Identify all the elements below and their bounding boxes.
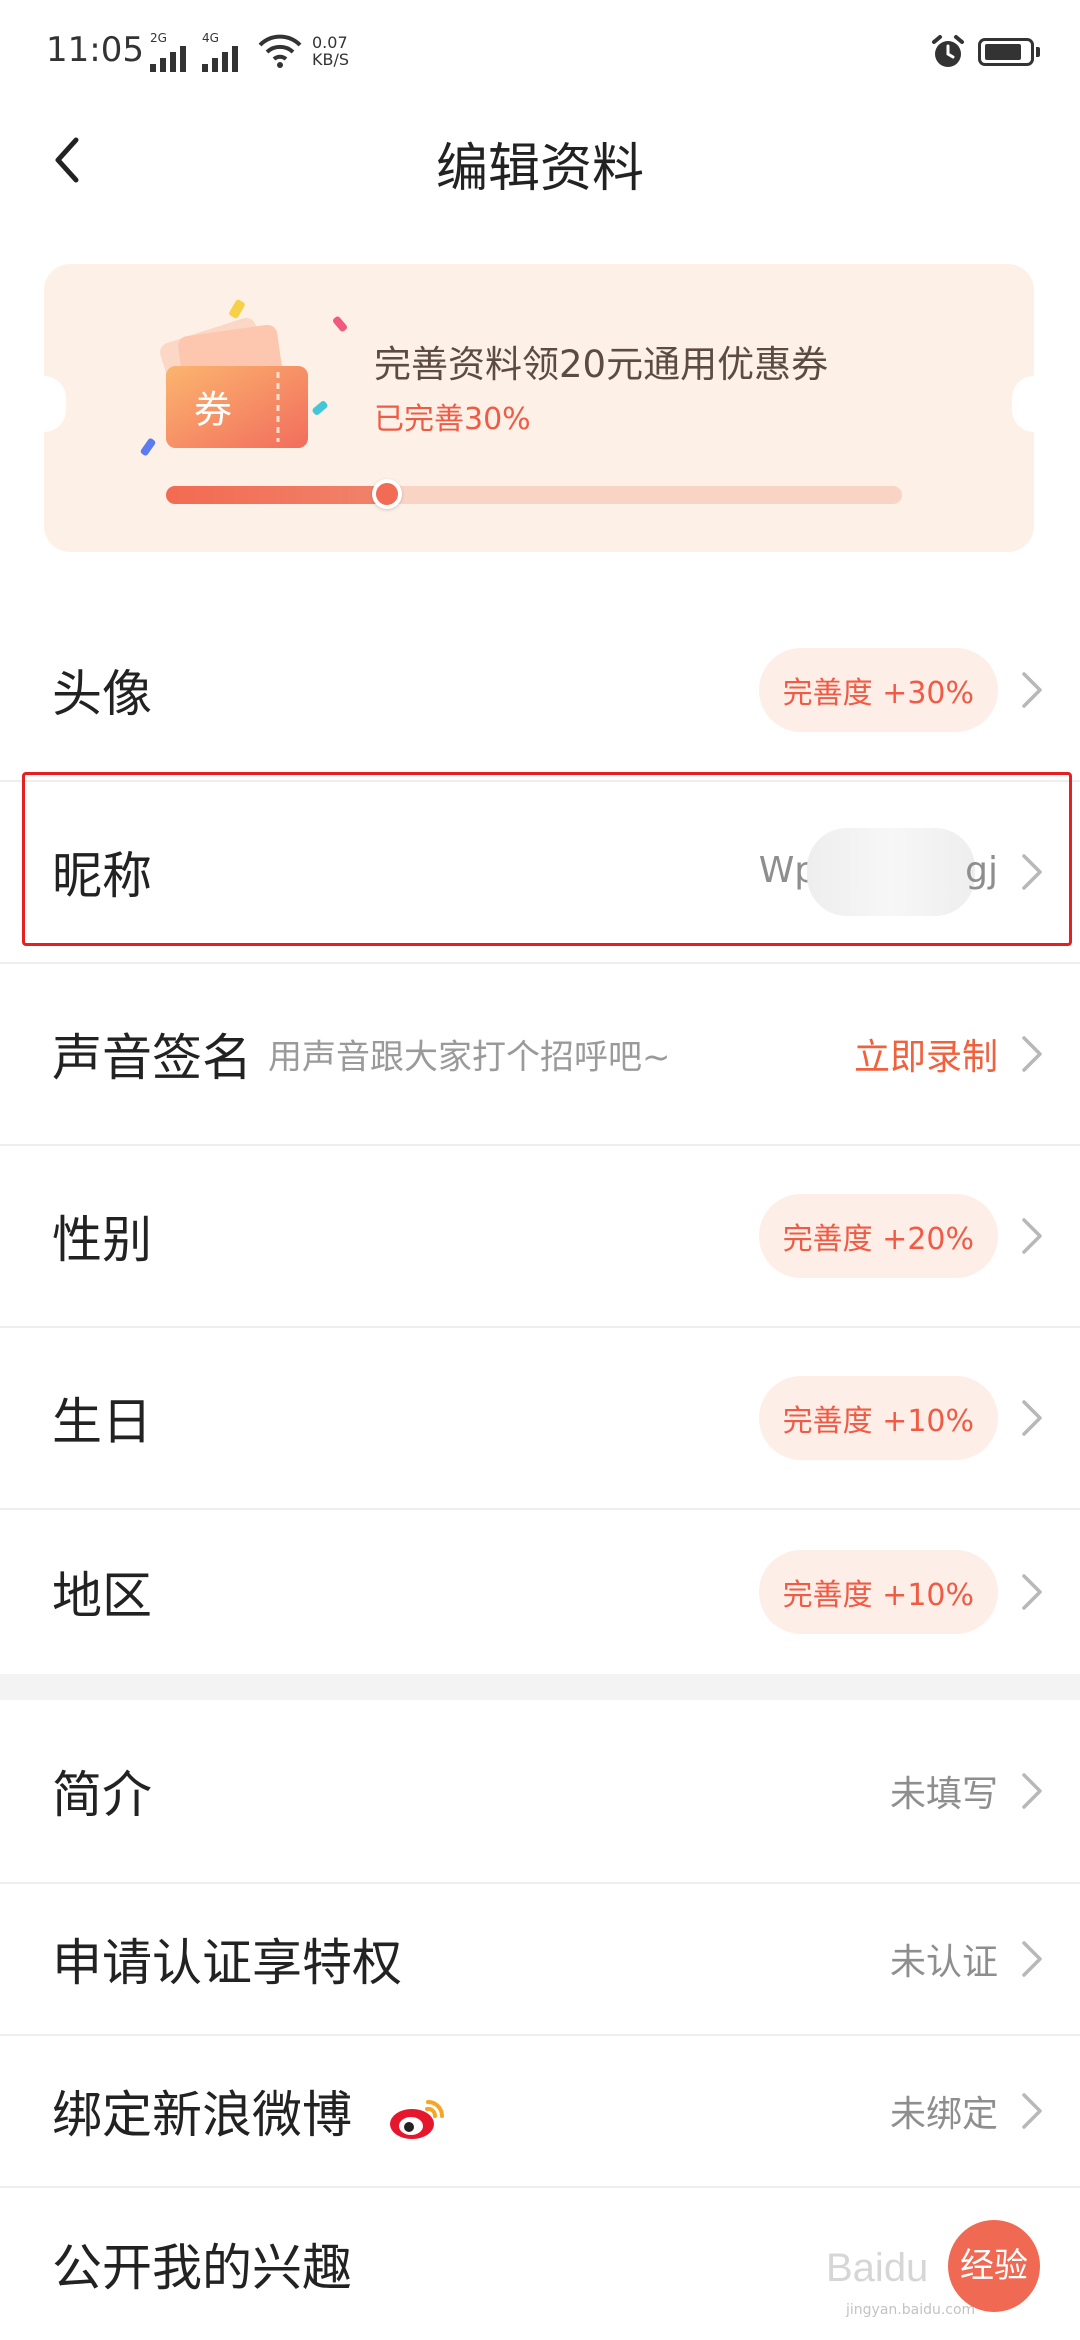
weibo-icon [390,2099,444,2139]
page-header: 编辑资料 [0,100,1080,220]
row-label: 生日 [52,1393,152,1451]
signal-2g-icon: 2G [150,32,186,72]
bio-status: 未填写 [889,1774,998,1815]
row-avatar[interactable]: 头像 完善度 +30% [0,600,1080,782]
section-divider [0,1674,1080,1700]
row-label: 公开我的兴趣 [52,2239,352,2297]
banner-notch-left [22,376,66,432]
chevron-right-icon [1022,672,1042,708]
completion-progress-bar [166,479,902,509]
voice-signature-hint: 用声音跟大家打个招呼吧~ [268,1037,671,1078]
banner-title: 完善资料领20元通用优惠券 [374,343,829,386]
profile-completion-banner[interactable]: 券 完善资料领20元通用优惠券 已完善30% [22,264,1056,552]
svg-text:券: 券 [194,388,232,432]
highlight-annotation-box [22,772,1072,946]
row-birthday[interactable]: 生日 完善度 +10% [0,1328,1080,1510]
progress-knob [371,479,402,509]
wifi-icon [258,34,302,68]
row-region[interactable]: 地区 完善度 +10% [0,1510,1080,1674]
chevron-right-icon [1022,1036,1042,1072]
row-label: 声音签名 [52,1029,252,1087]
alarm-icon [932,35,964,67]
row-bind-weibo[interactable]: 绑定新浪微博 未绑定 [0,2036,1080,2188]
row-label: 申请认证享特权 [52,1934,402,1992]
signal-4g-icon: 4G [202,32,238,72]
completion-badge: 完善度 +30% [758,648,998,732]
status-time: 11:05 [46,30,144,70]
record-now-link[interactable]: 立即录制 [854,1028,998,1080]
chevron-right-icon [1022,1400,1042,1436]
row-verification[interactable]: 申请认证享特权 未认证 [0,1884,1080,2036]
chevron-right-icon [1022,1218,1042,1254]
page-title: 编辑资料 [435,139,644,199]
completion-badge: 完善度 +10% [758,1550,998,1634]
banner-progress-text: 已完善30% [374,402,531,437]
coupon-ticket-icon: 券 [140,299,347,456]
network-speed: 0.07 KB/S [312,33,350,69]
row-label: 绑定新浪微博 [52,2075,446,2147]
weibo-status: 未绑定 [889,2094,998,2135]
banner-notch-right [1012,376,1056,432]
row-label: 头像 [52,665,152,723]
battery-icon [978,38,1040,66]
row-bio[interactable]: 简介 未填写 [0,1700,1080,1884]
chevron-right-icon [1022,1574,1042,1610]
verification-status: 未认证 [889,1942,998,1983]
row-voice-signature[interactable]: 声音签名 用声音跟大家打个招呼吧~ 立即录制 [0,964,1080,1146]
progress-fill [166,486,387,504]
row-label: 简介 [52,1766,152,1824]
status-bar: 11:05 2G 4G 0.07 KB/S [0,0,1080,100]
chevron-right-icon [1022,2093,1042,2129]
chevron-right-icon [1022,1773,1042,1809]
completion-badge: 完善度 +10% [758,1376,998,1460]
row-gender[interactable]: 性别 完善度 +20% [0,1146,1080,1328]
baidu-jingyan-watermark: Baidu 经验 jingyan.baidu.com [826,2210,1066,2320]
row-label: 性别 [52,1211,152,1269]
chevron-right-icon [1022,1941,1042,1977]
row-label: 地区 [52,1567,152,1625]
completion-badge: 完善度 +20% [758,1194,998,1278]
